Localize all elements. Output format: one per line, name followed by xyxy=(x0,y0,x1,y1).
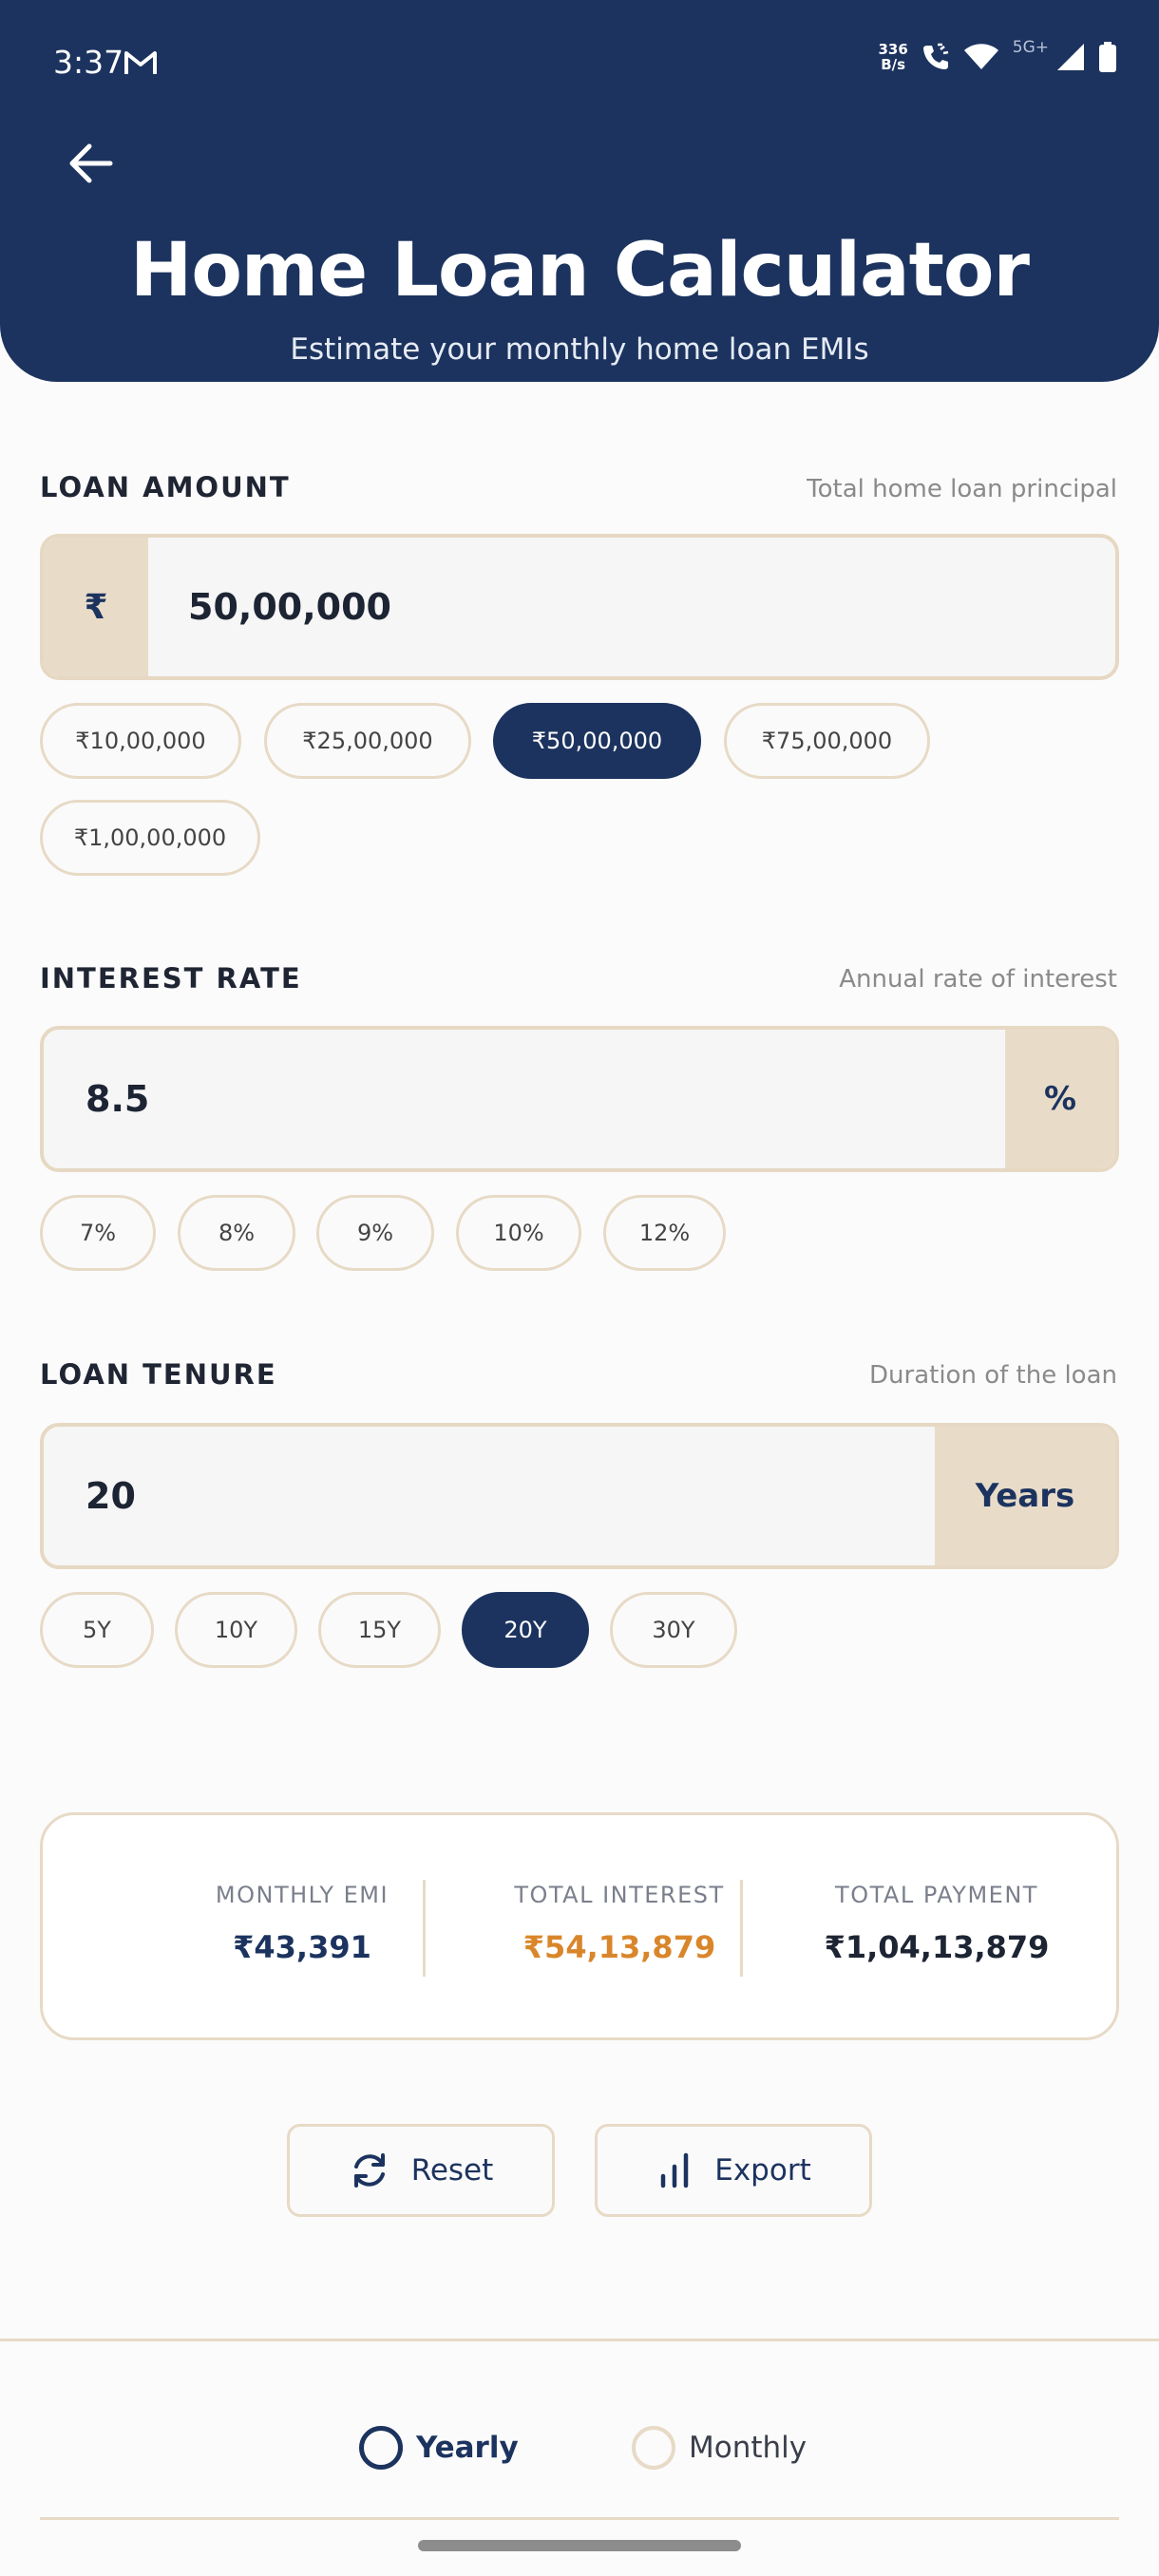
interest-rate-chip[interactable]: 8% xyxy=(178,1195,295,1271)
back-arrow-icon[interactable] xyxy=(65,137,118,190)
interest-rate-chip[interactable]: 7% xyxy=(40,1195,156,1271)
monthly-emi-value: ₹43,391 xyxy=(233,1929,371,1965)
yearly-radio[interactable]: Yearly xyxy=(359,2422,519,2473)
years-unit: Years xyxy=(935,1427,1115,1565)
yearly-label: Yearly xyxy=(416,2431,519,2465)
total-interest-metric: TOTAL INTEREST ₹54,13,879 xyxy=(463,1815,776,2037)
radio-unselected-icon xyxy=(632,2426,675,2470)
loan-tenure-hint: Duration of the loan xyxy=(869,1361,1117,1390)
total-payment-metric: TOTAL PAYMENT ₹1,04,13,879 xyxy=(780,1815,1093,2037)
reset-label: Reset xyxy=(410,2153,494,2188)
loan-tenure-chip[interactable]: 10Y xyxy=(175,1592,297,1668)
reset-button[interactable]: Reset xyxy=(287,2124,555,2217)
network-type: 5G+ xyxy=(1012,38,1049,57)
interest-rate-field[interactable]: 8.5 % xyxy=(40,1026,1119,1172)
battery-icon xyxy=(1099,42,1116,72)
result-summary-card: MONTHLY EMI ₹43,391 TOTAL INTEREST ₹54,1… xyxy=(40,1812,1119,2040)
refresh-icon xyxy=(353,2153,385,2188)
total-interest-label: TOTAL INTEREST xyxy=(514,1882,725,1908)
interest-rate-chip[interactable]: 12% xyxy=(603,1195,726,1271)
percent-unit: % xyxy=(1005,1030,1115,1168)
loan-amount-input[interactable]: 50,00,000 xyxy=(188,538,391,676)
bar-chart-icon xyxy=(661,2152,689,2188)
signal-icon xyxy=(1057,44,1084,70)
home-indicator[interactable] xyxy=(418,2540,741,2551)
total-payment-value: ₹1,04,13,879 xyxy=(824,1929,1050,1965)
network-speed: 336 B/s xyxy=(878,41,908,73)
bottom-divider xyxy=(0,2339,1159,2341)
status-bar: 3:37 336 B/s 5G+ xyxy=(0,0,1159,123)
loan-amount-chip-selected[interactable]: ₹50,00,000 xyxy=(493,703,701,779)
loan-amount-chip[interactable]: ₹1,00,00,000 xyxy=(40,800,260,876)
interest-rate-hint: Annual rate of interest xyxy=(839,965,1117,994)
export-label: Export xyxy=(714,2153,811,2188)
loan-tenure-chip[interactable]: 5Y xyxy=(40,1592,154,1668)
interest-rate-input[interactable]: 8.5 xyxy=(86,1030,149,1168)
header-bar: 3:37 336 B/s 5G+ Home Loan Calculator Es… xyxy=(0,0,1159,382)
loan-tenure-input[interactable]: 20 xyxy=(86,1427,136,1565)
wifi-icon xyxy=(963,44,998,69)
loan-amount-label: LOAN AMOUNT xyxy=(40,471,291,503)
loan-amount-field[interactable]: ₹ 50,00,000 xyxy=(40,534,1119,680)
loan-tenure-chip[interactable]: 15Y xyxy=(318,1592,441,1668)
metric-divider xyxy=(423,1880,426,1977)
loan-amount-chip[interactable]: ₹10,00,000 xyxy=(40,703,241,779)
interest-rate-chip[interactable]: 9% xyxy=(316,1195,434,1271)
radio-selected-icon xyxy=(359,2426,403,2470)
loan-amount-chip[interactable]: ₹25,00,000 xyxy=(264,703,471,779)
bottom-divider xyxy=(40,2517,1119,2520)
loan-amount-hint: Total home loan principal xyxy=(807,475,1117,503)
monthly-emi-label: MONTHLY EMI xyxy=(215,1882,390,1908)
status-icons: 336 B/s 5G+ xyxy=(878,38,1117,73)
wifi-calling-icon xyxy=(922,43,949,69)
status-time: 3:37 xyxy=(53,44,124,81)
loan-amount-chip[interactable]: ₹75,00,000 xyxy=(724,703,930,779)
metric-divider xyxy=(740,1880,743,1977)
total-interest-value: ₹54,13,879 xyxy=(522,1929,716,1965)
loan-tenure-chip[interactable]: 30Y xyxy=(610,1592,737,1668)
rupee-icon: ₹ xyxy=(44,538,148,676)
interest-rate-chip[interactable]: 10% xyxy=(456,1195,581,1271)
gmail-icon xyxy=(124,51,157,74)
loan-tenure-label: LOAN TENURE xyxy=(40,1358,277,1391)
monthly-radio[interactable]: Monthly xyxy=(632,2422,807,2473)
monthly-emi-metric: MONTHLY EMI ₹43,391 xyxy=(145,1815,459,2037)
page-title: Home Loan Calculator xyxy=(130,228,1030,313)
interest-rate-label: INTEREST RATE xyxy=(40,962,302,994)
total-payment-label: TOTAL PAYMENT xyxy=(835,1882,1038,1908)
loan-tenure-chip-selected[interactable]: 20Y xyxy=(462,1592,589,1668)
monthly-label: Monthly xyxy=(689,2431,808,2465)
page-subtitle: Estimate your monthly home loan EMIs xyxy=(290,332,869,367)
export-button[interactable]: Export xyxy=(595,2124,872,2217)
loan-tenure-field[interactable]: 20 Years xyxy=(40,1423,1119,1569)
